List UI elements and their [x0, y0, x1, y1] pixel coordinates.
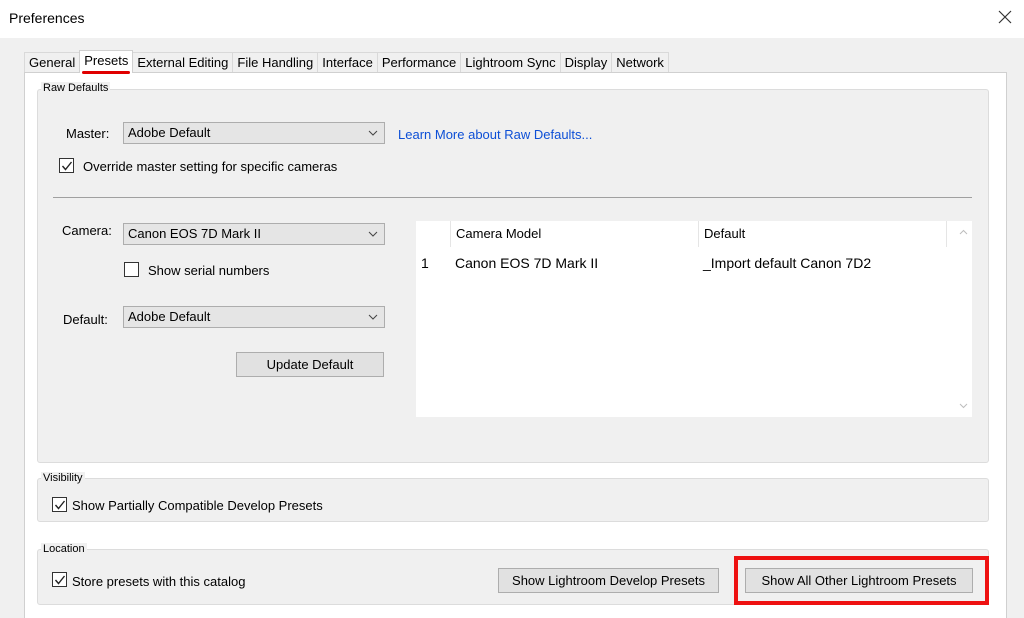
show-partially-compatible-checkbox[interactable] [52, 497, 67, 512]
tab-label: Display [564, 55, 608, 70]
title-bar: Preferences [0, 0, 1024, 38]
master-select[interactable]: Adobe Default [123, 122, 385, 144]
camera-select-value: Canon EOS 7D Mark II [128, 226, 261, 241]
tab-label: Lightroom Sync [465, 55, 556, 70]
table-header-default[interactable]: Default [699, 221, 947, 247]
show-partially-compatible-label: Show Partially Compatible Develop Preset… [72, 498, 323, 513]
active-tab-indicator [82, 71, 131, 74]
camera-select[interactable]: Canon EOS 7D Mark II [123, 223, 385, 245]
tab-network[interactable]: Network [611, 52, 669, 73]
override-master-checkbox[interactable] [59, 158, 74, 173]
tab-label: General [29, 55, 76, 70]
camera-label: Camera: [62, 223, 112, 238]
table-header-camera-model[interactable]: Camera Model [451, 221, 699, 247]
tab-performance[interactable]: Performance [376, 52, 462, 73]
tab-label: Interface [322, 55, 373, 70]
learn-more-raw-defaults-link[interactable]: Learn More about Raw Defaults... [398, 127, 592, 142]
show-all-other-presets-button[interactable]: Show All Other Lightroom Presets [745, 568, 973, 593]
store-presets-label: Store presets with this catalog [72, 574, 246, 589]
default-label: Default: [63, 312, 108, 327]
raw-defaults-divider [53, 197, 972, 198]
window-title: Preferences [9, 10, 85, 26]
raw-defaults-title: Raw Defaults [41, 82, 111, 94]
tab-lightroom-sync[interactable]: Lightroom Sync [460, 52, 561, 73]
chevron-down-icon [368, 231, 378, 237]
tab-interface[interactable]: Interface [317, 52, 378, 73]
master-select-value: Adobe Default [128, 125, 211, 140]
chevron-down-icon [368, 314, 378, 320]
update-default-button[interactable]: Update Default [236, 352, 384, 377]
scroll-up-icon[interactable] [958, 227, 969, 238]
checkmark-icon [54, 500, 66, 510]
default-select-value: Adobe Default [128, 309, 211, 324]
master-label: Master: [66, 126, 110, 141]
checkmark-icon [54, 575, 66, 585]
table-vertical-scrollbar[interactable] [955, 221, 972, 417]
location-title: Location [41, 543, 87, 555]
checkmark-icon [61, 161, 73, 171]
chevron-down-icon [368, 130, 378, 136]
tab-file-handling[interactable]: File Handling [232, 52, 319, 73]
tab-general[interactable]: General [24, 52, 81, 73]
tab-label: Network [616, 55, 664, 70]
table-header-index [416, 221, 451, 247]
tab-display[interactable]: Display [559, 52, 613, 73]
show-develop-presets-button[interactable]: Show Lightroom Develop Presets [498, 568, 719, 593]
show-serial-numbers-checkbox[interactable] [124, 262, 139, 277]
camera-defaults-table: Camera Model Default 1 Canon EOS 7D Mark… [416, 221, 972, 417]
tab-label: Performance [381, 55, 457, 70]
tab-label: File Handling [237, 55, 314, 70]
tab-label: Presets [84, 53, 129, 68]
scroll-down-icon[interactable] [958, 400, 969, 411]
tab-bar: General Presets External Editing File Ha… [24, 50, 669, 74]
row-default: _Import default Canon 7D2 [703, 255, 872, 271]
close-icon[interactable] [994, 6, 1016, 28]
visibility-title: Visibility [41, 472, 85, 484]
show-serial-numbers-label: Show serial numbers [148, 263, 270, 278]
row-index: 1 [421, 255, 429, 271]
tab-presets[interactable]: Presets [79, 50, 134, 74]
store-presets-checkbox[interactable] [52, 572, 67, 587]
override-master-label: Override master setting for specific cam… [83, 159, 338, 174]
tab-external-editing[interactable]: External Editing [132, 52, 234, 73]
tab-label: External Editing [137, 55, 229, 70]
row-camera-model: Canon EOS 7D Mark II [455, 255, 599, 271]
default-select[interactable]: Adobe Default [123, 306, 385, 328]
